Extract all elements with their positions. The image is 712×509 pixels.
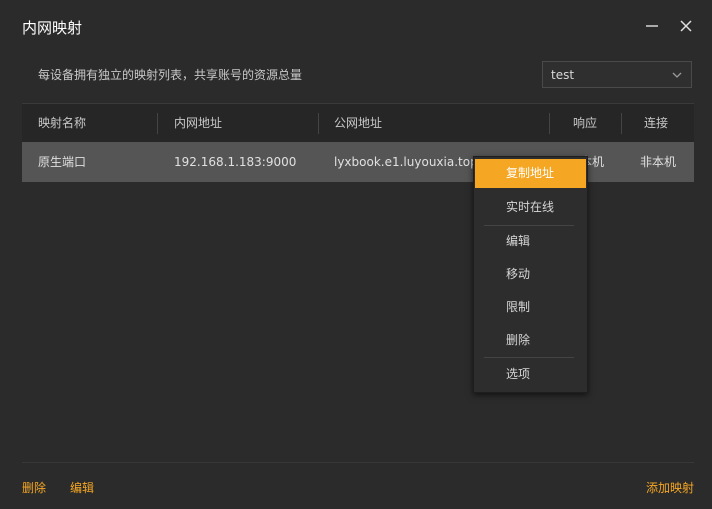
edit-link[interactable]: 编辑 <box>70 479 94 496</box>
device-select-value: test <box>551 67 575 82</box>
table-row[interactable]: 原生端口 192.168.1.183:9000 lyxbook.e1.luyou… <box>22 142 694 182</box>
column-header-internal: 内网地址 <box>174 116 223 130</box>
delete-link[interactable]: 删除 <box>22 479 46 496</box>
menu-item-copy-address[interactable]: 复制地址 <box>475 159 586 188</box>
column-header-public: 公网地址 <box>334 116 383 130</box>
add-mapping-link[interactable]: 添加映射 <box>646 479 694 496</box>
window-title: 内网映射 <box>22 19 83 37</box>
menu-item-realtime-online[interactable]: 实时在线 <box>475 193 586 222</box>
table-header: 映射名称 内网地址 公网地址 响应 连接 <box>22 103 694 142</box>
cell-name: 原生端口 <box>38 155 87 169</box>
menu-item-options[interactable]: 选项 <box>475 360 586 389</box>
menu-item-limit[interactable]: 限制 <box>475 293 586 322</box>
menu-divider <box>484 357 574 358</box>
column-divider <box>318 113 319 134</box>
column-header-connection: 连接 <box>644 116 669 130</box>
context-menu: 复制地址 实时在线 编辑 移动 限制 删除 选项 <box>473 156 588 393</box>
close-button[interactable] <box>674 14 698 38</box>
column-header-name: 映射名称 <box>38 116 87 130</box>
cell-internal: 192.168.1.183:9000 <box>174 155 297 169</box>
menu-item-delete[interactable]: 删除 <box>475 326 586 355</box>
column-header-response: 响应 <box>573 116 598 130</box>
minimize-button[interactable] <box>640 14 664 38</box>
footer-divider <box>22 462 694 463</box>
cell-public: lyxbook.e1.luyouxia.top <box>334 155 478 169</box>
menu-item-edit[interactable]: 编辑 <box>475 227 586 256</box>
description-text: 每设备拥有独立的映射列表，共享账号的资源总量 <box>38 68 303 82</box>
menu-item-move[interactable]: 移动 <box>475 260 586 289</box>
menu-divider <box>484 225 574 226</box>
column-divider <box>157 113 158 134</box>
mapping-window: 内网映射 每设备拥有独立的映射列表，共享账号的资源总量 test 映射名称 内网… <box>0 0 712 509</box>
mapping-table: 映射名称 内网地址 公网地址 响应 连接 原生端口 192.168.1.183:… <box>22 103 694 182</box>
column-divider <box>549 113 550 134</box>
minimize-icon <box>646 25 658 27</box>
chevron-down-icon <box>672 72 682 78</box>
close-icon <box>680 20 692 32</box>
column-divider <box>621 113 622 134</box>
cell-connection: 非本机 <box>640 155 677 169</box>
device-select[interactable]: test <box>542 61 692 88</box>
